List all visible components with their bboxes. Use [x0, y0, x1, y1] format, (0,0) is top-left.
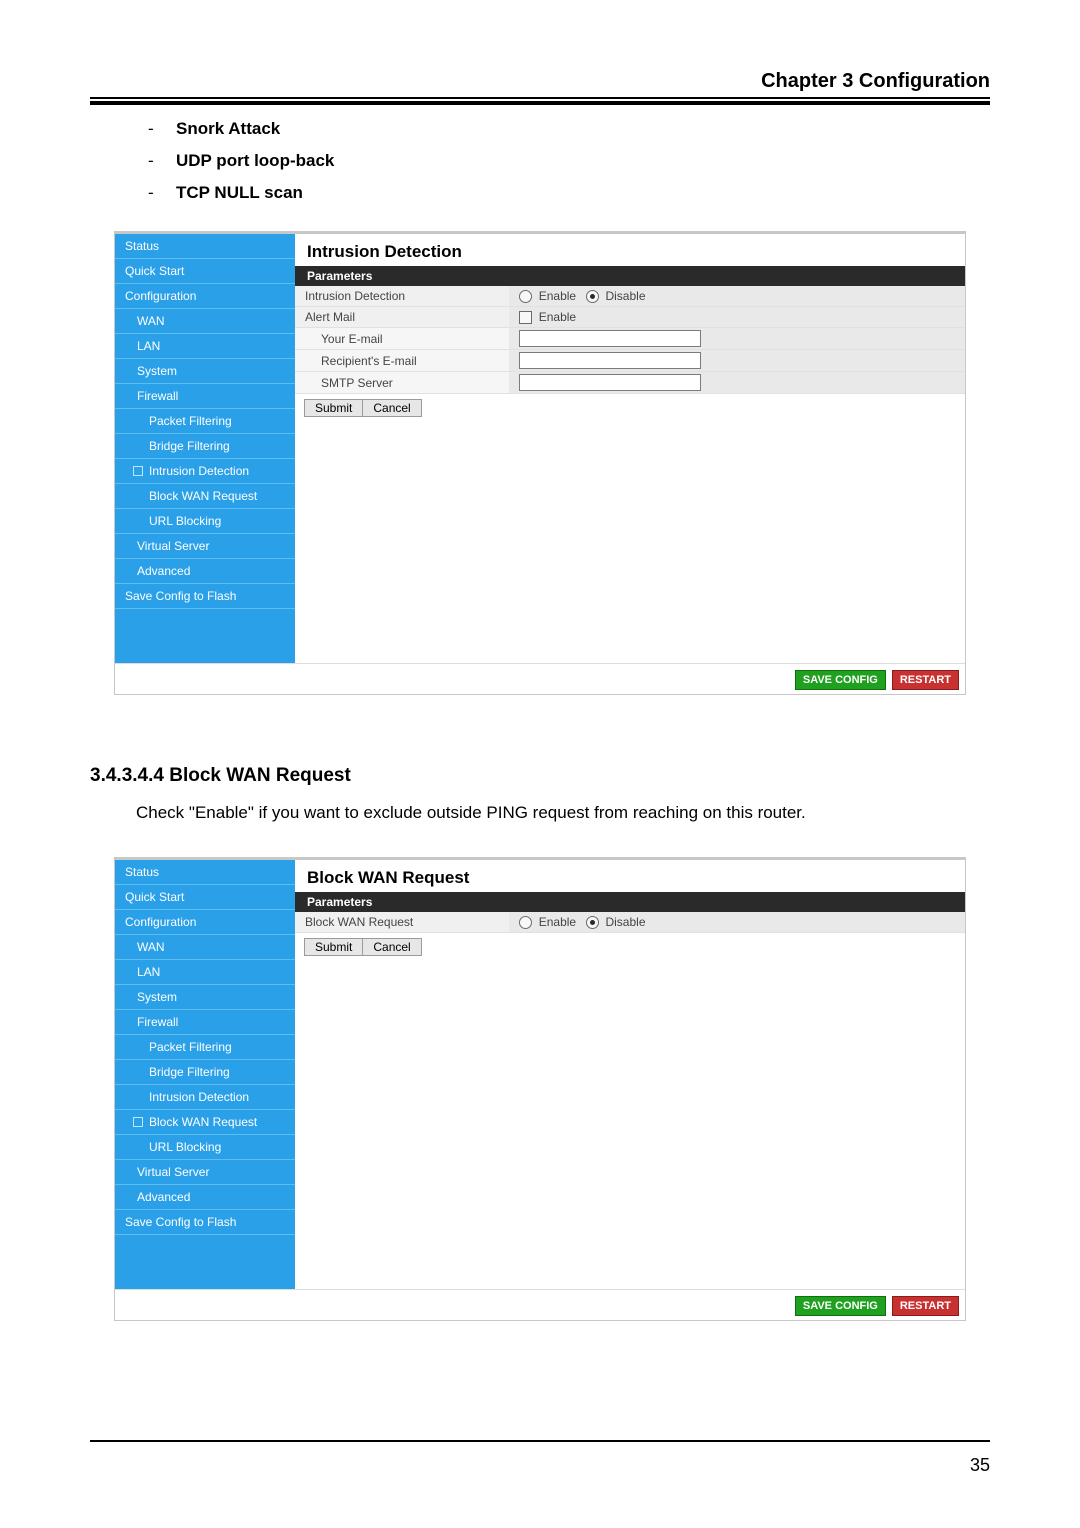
- chapter-header: Chapter 3 Configuration: [90, 70, 990, 99]
- footer-bar: SAVE CONFIG RESTART: [115, 663, 965, 694]
- nav-url-blocking[interactable]: URL Blocking: [115, 508, 295, 533]
- sidebar: Status Quick Start Configuration WAN LAN…: [115, 234, 295, 663]
- nav-block-wan-request[interactable]: Block WAN Request: [115, 1109, 295, 1134]
- nav-block-wan-request[interactable]: Block WAN Request: [115, 483, 295, 508]
- nav-configuration[interactable]: Configuration: [115, 283, 295, 308]
- sidebar: Status Quick Start Configuration WAN LAN…: [115, 860, 295, 1289]
- footer-rule: [90, 1440, 990, 1442]
- nav-url-blocking[interactable]: URL Blocking: [115, 1134, 295, 1159]
- nav-intrusion-detection-2[interactable]: Intrusion Detection: [115, 1084, 295, 1109]
- chapter-rule: [90, 101, 990, 105]
- parameters-table: Block WAN Request Enable Disable: [295, 912, 965, 933]
- parameters-heading: Parameters: [295, 266, 965, 286]
- save-config-button[interactable]: SAVE CONFIG: [795, 1296, 886, 1316]
- content-area: Intrusion Detection Parameters Intrusion…: [295, 234, 965, 663]
- nav-advanced[interactable]: Advanced: [115, 1184, 295, 1209]
- nav-quick-start[interactable]: Quick Start: [115, 258, 295, 283]
- row-label-intrusion-detection: Intrusion Detection: [295, 286, 509, 307]
- parameters-table: Intrusion Detection Enable Disable Alert…: [295, 286, 965, 394]
- bullet-list: -Snork Attack -UDP port loop-back -TCP N…: [140, 119, 990, 203]
- nav-save-config-to-flash[interactable]: Save Config to Flash: [115, 1209, 295, 1234]
- nav-lan[interactable]: LAN: [115, 333, 295, 358]
- content-area: Block WAN Request Parameters Block WAN R…: [295, 860, 965, 1289]
- nav-packet-filtering[interactable]: Packet Filtering: [115, 1034, 295, 1059]
- page-title: Block WAN Request: [307, 868, 965, 888]
- radio-enable[interactable]: [519, 916, 532, 929]
- cancel-button[interactable]: Cancel: [363, 399, 421, 417]
- nav-wan[interactable]: WAN: [115, 308, 295, 333]
- row-label-smtp-server: SMTP Server: [295, 372, 509, 394]
- save-config-button[interactable]: SAVE CONFIG: [795, 670, 886, 690]
- nav-intrusion-detection[interactable]: Intrusion Detection: [115, 458, 295, 483]
- parameters-heading: Parameters: [295, 892, 965, 912]
- radio-enable-label: Enable: [539, 289, 576, 303]
- nav-wan[interactable]: WAN: [115, 934, 295, 959]
- bullet-item: -Snork Attack: [140, 119, 990, 139]
- radio-disable[interactable]: [586, 916, 599, 929]
- screenshot-block-wan-request: Status Quick Start Configuration WAN LAN…: [114, 857, 966, 1321]
- nav-status[interactable]: Status: [115, 860, 295, 884]
- nav-lan[interactable]: LAN: [115, 959, 295, 984]
- submit-button[interactable]: Submit: [304, 938, 363, 956]
- nav-configuration[interactable]: Configuration: [115, 909, 295, 934]
- page: Chapter 3 Configuration -Snork Attack -U…: [0, 0, 1080, 1528]
- checkbox-alert-mail[interactable]: [519, 311, 532, 324]
- radio-disable[interactable]: [586, 290, 599, 303]
- nav-firewall[interactable]: Firewall: [115, 383, 295, 408]
- section-heading: 3.4.3.4.4 Block WAN Request: [90, 765, 990, 787]
- sidebar-spacer: [115, 608, 295, 663]
- nav-bridge-filtering[interactable]: Bridge Filtering: [115, 433, 295, 458]
- nav-system[interactable]: System: [115, 984, 295, 1009]
- sidebar-spacer: [115, 1234, 295, 1289]
- section-text: Check "Enable" if you want to exclude ou…: [136, 803, 990, 823]
- input-recipient-email[interactable]: [519, 352, 701, 369]
- nav-firewall[interactable]: Firewall: [115, 1009, 295, 1034]
- nav-save-config-to-flash[interactable]: Save Config to Flash: [115, 583, 295, 608]
- cancel-button[interactable]: Cancel: [363, 938, 421, 956]
- nav-system[interactable]: System: [115, 358, 295, 383]
- nav-quick-start[interactable]: Quick Start: [115, 884, 295, 909]
- row-label-block-wan-request: Block WAN Request: [295, 912, 509, 933]
- restart-button[interactable]: RESTART: [892, 670, 959, 690]
- checkbox-alert-mail-label: Enable: [539, 310, 576, 324]
- nav-advanced[interactable]: Advanced: [115, 558, 295, 583]
- nav-bridge-filtering[interactable]: Bridge Filtering: [115, 1059, 295, 1084]
- page-title: Intrusion Detection: [307, 242, 965, 262]
- nav-status[interactable]: Status: [115, 234, 295, 258]
- row-label-your-email: Your E-mail: [295, 328, 509, 350]
- submit-button[interactable]: Submit: [304, 399, 363, 417]
- radio-disable-label: Disable: [605, 289, 645, 303]
- page-number: 35: [970, 1455, 990, 1476]
- input-smtp-server[interactable]: [519, 374, 701, 391]
- input-your-email[interactable]: [519, 330, 701, 347]
- row-label-alert-mail: Alert Mail: [295, 307, 509, 328]
- bullet-item: -UDP port loop-back: [140, 151, 990, 171]
- bullet-item: -TCP NULL scan: [140, 183, 990, 203]
- nav-packet-filtering[interactable]: Packet Filtering: [115, 408, 295, 433]
- row-label-recipient-email: Recipient's E-mail: [295, 350, 509, 372]
- screenshot-intrusion-detection: Status Quick Start Configuration WAN LAN…: [114, 231, 966, 695]
- radio-disable-label: Disable: [605, 915, 645, 929]
- radio-enable-label: Enable: [539, 915, 576, 929]
- radio-enable[interactable]: [519, 290, 532, 303]
- restart-button[interactable]: RESTART: [892, 1296, 959, 1316]
- nav-virtual-server[interactable]: Virtual Server: [115, 533, 295, 558]
- nav-virtual-server[interactable]: Virtual Server: [115, 1159, 295, 1184]
- footer-bar: SAVE CONFIG RESTART: [115, 1289, 965, 1320]
